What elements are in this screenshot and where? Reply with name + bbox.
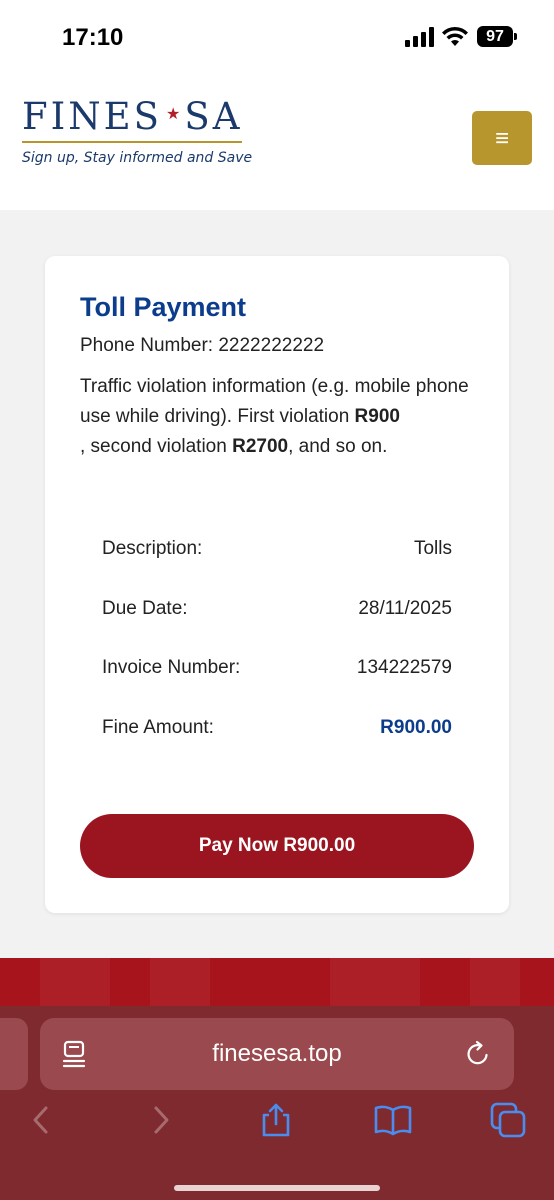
footer-banner: [0, 958, 554, 1006]
description-label: Description:: [102, 538, 203, 559]
logo-text-sa: SA: [184, 95, 243, 138]
site-header: FINES ★ SA Sign up, Stay informed and Save…: [0, 72, 554, 210]
logo-tagline: Sign up, Stay informed and Save: [22, 150, 253, 166]
logo-star-icon: ★: [166, 104, 181, 123]
pay-now-button[interactable]: Pay Now R900.00: [80, 814, 474, 878]
logo-text-fines: FINES: [22, 95, 163, 138]
home-indicator[interactable]: [174, 1185, 380, 1191]
tabs-icon[interactable]: [490, 1102, 526, 1138]
fine-amount-value: R900.00: [380, 716, 452, 738]
second-violation-amount: R2700: [232, 436, 289, 457]
detail-row-description: Description: Tolls: [102, 524, 452, 584]
detail-row-fine-amount: Fine Amount: R900.00: [102, 703, 452, 763]
due-date-label: Due Date:: [102, 597, 188, 619]
logo-wordmark: FINES ★ SA: [22, 98, 252, 135]
footer-pattern: [470, 958, 520, 1006]
forward-icon[interactable]: [142, 1102, 178, 1138]
page-title: Toll Payment: [80, 292, 247, 322]
cellular-signal-icon: [405, 27, 434, 47]
logo-divider: [22, 141, 242, 143]
reload-icon[interactable]: [464, 1040, 492, 1068]
address-bar[interactable]: finesesa.top: [40, 1018, 514, 1090]
fine-amount-label: Fine Amount:: [102, 716, 214, 738]
violation-text-3: , and so on.: [288, 436, 388, 457]
battery-nub: [514, 33, 517, 40]
hamburger-icon: ≡: [494, 125, 509, 152]
status-bar: 17:10 97: [0, 0, 554, 72]
share-icon[interactable]: [258, 1102, 294, 1138]
battery-indicator: 97: [477, 26, 513, 47]
description-value: Tolls: [413, 538, 452, 559]
violation-text-1: Traffic violation information (e.g. mobi…: [80, 376, 469, 427]
previous-tab-preview[interactable]: [0, 1018, 28, 1090]
fines-sa-logo[interactable]: FINES ★ SA Sign up, Stay informed and Save: [22, 98, 252, 166]
violation-text-2: , second violation: [80, 436, 233, 457]
footer-pattern: [150, 958, 210, 1006]
browser-toolbar: finesesa.top: [0, 1006, 554, 1200]
footer-pattern: [330, 958, 420, 1006]
invoice-number-label: Invoice Number:: [102, 657, 241, 678]
phone-number-value: 2222222222: [218, 335, 325, 356]
phone-number-row: Phone Number: 2222222222: [80, 335, 324, 357]
wifi-icon: [442, 26, 468, 46]
detail-row-due-date: Due Date: 28/11/2025: [102, 584, 452, 644]
footer-pattern: [40, 958, 110, 1006]
invoice-number-value: 134222579: [356, 657, 452, 678]
first-violation-amount: R900: [354, 406, 400, 427]
due-date-value: 28/11/2025: [358, 597, 452, 619]
phone-number-label: Phone Number:: [80, 335, 214, 356]
url-text: finesesa.top: [212, 1040, 342, 1067]
invoice-details: Description: Tolls Due Date: 28/11/2025 …: [102, 524, 452, 762]
toll-payment-card: Toll Payment Phone Number: 2222222222 Tr…: [45, 256, 509, 913]
violation-info: Traffic violation information (e.g. mobi…: [80, 372, 478, 462]
menu-button[interactable]: ≡: [472, 111, 532, 165]
detail-row-invoice-number: Invoice Number: 134222579: [102, 643, 452, 703]
status-time: 17:10: [62, 24, 124, 51]
back-icon[interactable]: [24, 1102, 60, 1138]
bookmarks-icon[interactable]: [373, 1102, 413, 1138]
